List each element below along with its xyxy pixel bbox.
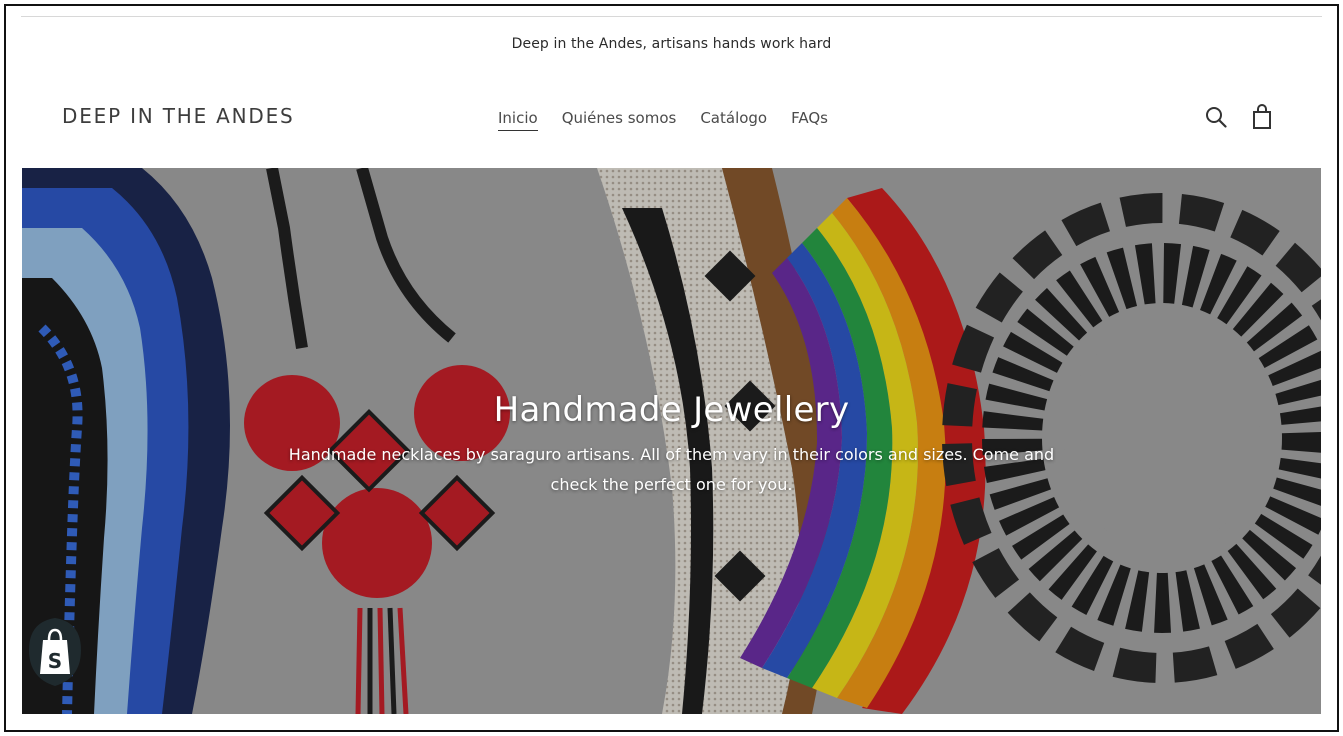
- announcement-bar: Deep in the Andes, artisans hands work h…: [511, 36, 832, 52]
- nav-item-catalogo[interactable]: Catálogo: [700, 109, 767, 131]
- cart-icon[interactable]: [1249, 102, 1275, 132]
- site-header: DEEP IN THE ANDES Inicio Quiénes somos C…: [6, 98, 1337, 142]
- nav-item-inicio[interactable]: Inicio: [498, 109, 538, 131]
- hero-text-block: Handmade Jewellery Handmade necklaces by…: [22, 390, 1321, 500]
- top-divider: [21, 16, 1322, 17]
- header-icons: [1203, 102, 1275, 132]
- main-navigation: Inicio Quiénes somos Catálogo FAQs: [498, 109, 828, 131]
- nav-item-faqs[interactable]: FAQs: [791, 109, 828, 131]
- search-icon[interactable]: [1203, 102, 1229, 132]
- store-logo[interactable]: DEEP IN THE ANDES: [62, 104, 295, 128]
- shopify-icon[interactable]: S: [26, 616, 84, 688]
- hero-banner: Handmade Jewellery Handmade necklaces by…: [22, 168, 1321, 714]
- page-frame: Deep in the Andes, artisans hands work h…: [4, 4, 1339, 732]
- nav-item-quienes-somos[interactable]: Quiénes somos: [562, 109, 677, 131]
- hero-title: Handmade Jewellery: [493, 390, 850, 430]
- shopify-letter: S: [48, 649, 62, 673]
- hero-subtitle: Handmade necklaces by saraguro artisans.…: [288, 445, 1055, 494]
